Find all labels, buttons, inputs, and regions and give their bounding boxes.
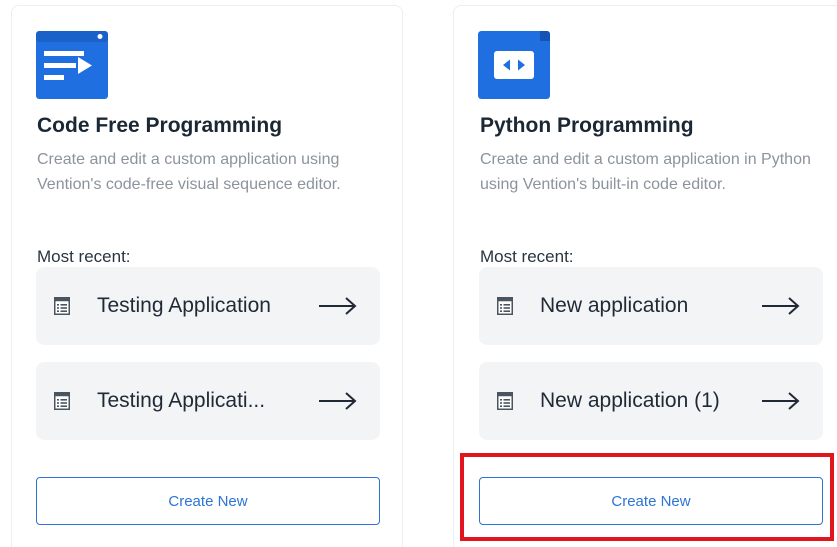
recent-application-name: Testing Applicati... bbox=[97, 389, 266, 412]
most-recent-label: Most recent: bbox=[480, 247, 574, 266]
application-file-icon bbox=[54, 297, 70, 315]
card-description: Create and edit a custom application in … bbox=[480, 151, 811, 193]
application-file-icon bbox=[497, 297, 513, 315]
application-launcher: Code Free Programming Create and edit a … bbox=[0, 0, 837, 547]
recent-application-name: New application bbox=[540, 294, 689, 317]
arrow-right-icon bbox=[762, 392, 800, 410]
recent-application-name: Testing Application bbox=[97, 294, 271, 317]
create-new-button[interactable]: Create New bbox=[36, 477, 380, 525]
recent-application-item[interactable]: New application (1) bbox=[479, 362, 823, 440]
most-recent-label: Most recent: bbox=[37, 247, 131, 266]
create-new-button[interactable]: Create New bbox=[479, 477, 823, 525]
recent-application-item[interactable]: Testing Applicati... bbox=[36, 362, 380, 440]
card-title: Code Free Programming bbox=[37, 114, 283, 137]
recent-application-name: New application (1) bbox=[540, 389, 720, 412]
application-file-icon bbox=[497, 392, 513, 410]
recent-application-item[interactable]: New application bbox=[479, 267, 823, 345]
card-title: Python Programming bbox=[480, 114, 694, 137]
arrow-right-icon bbox=[319, 392, 357, 410]
application-file-icon bbox=[54, 392, 70, 410]
sequence-editor-icon bbox=[36, 31, 108, 99]
code-free-programming-card: Code Free Programming Create and edit a … bbox=[11, 5, 403, 547]
arrow-right-icon bbox=[319, 297, 357, 315]
recent-application-item[interactable]: Testing Application bbox=[36, 267, 380, 345]
arrow-right-icon bbox=[762, 297, 800, 315]
card-description: Create and edit a custom application usi… bbox=[37, 151, 341, 193]
code-editor-icon bbox=[478, 31, 550, 99]
python-programming-card: Python Programming Create and edit a cus… bbox=[453, 5, 837, 547]
